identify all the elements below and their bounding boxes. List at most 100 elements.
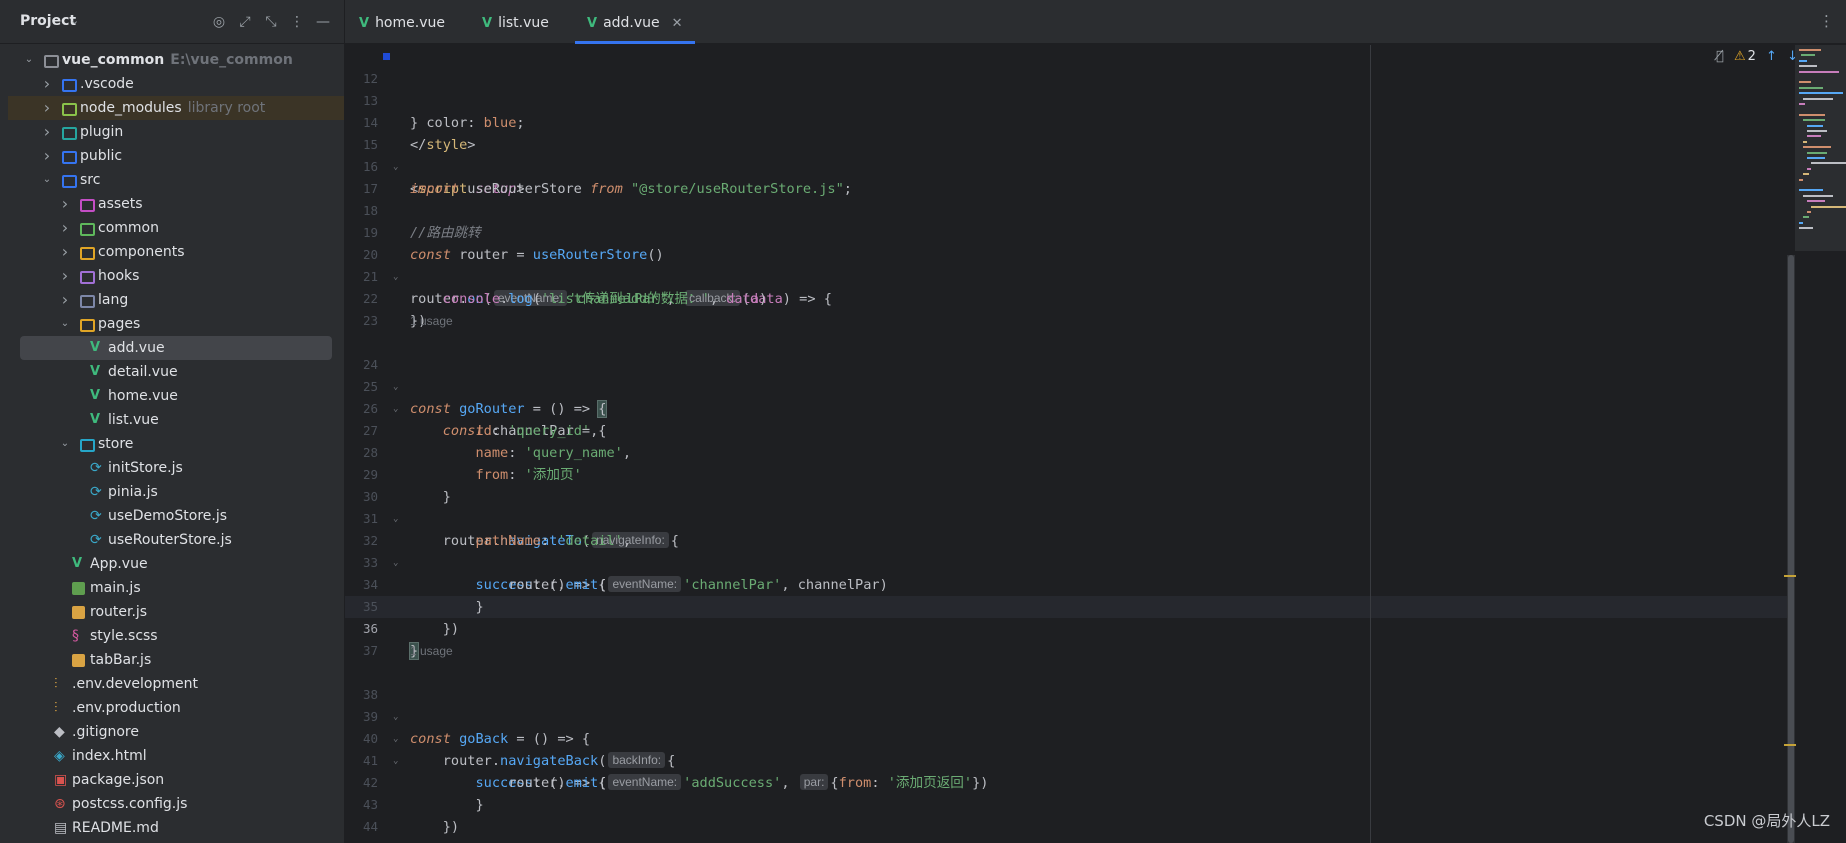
tree-item-src[interactable]: ⌄ src [8,168,336,192]
inspections-widget[interactable]: 👁̸ ⚠ 2 ↑ ↓ [1710,49,1798,64]
fold-icon[interactable]: ⌄ [393,508,398,530]
close-icon[interactable]: ✕ [672,16,683,31]
code-line[interactable]: 15 ⌄ <script setup> [345,112,525,197]
code-line[interactable]: 40 ⌄ success: () => { [345,706,607,791]
code-line[interactable]: 34 } [345,552,484,615]
tree-item-vscode[interactable]: › .vscode [8,72,336,96]
chevron-down-icon[interactable]: ⌄ [70,14,79,27]
code-line[interactable]: 17 [345,156,378,196]
tree-item-readme-md[interactable]: ▤ README.md [8,816,336,840]
chevron-down-icon[interactable]: ⌄ [40,168,54,192]
tree-item-common[interactable]: › common [8,216,336,240]
tree-item-vue-common[interactable]: ⌄ vue_common E:\vue_common [8,48,336,72]
tab-add-vue[interactable]: Vadd.vue ✕ [575,0,695,44]
minimap[interactable] [1795,45,1846,251]
fold-icon[interactable]: ⌄ [393,706,398,728]
code-line[interactable]: 25 ⌄ const channelPar = { [345,354,607,439]
tree-item-store[interactable]: ⌄ store [8,432,336,456]
tree-item-env-development[interactable]: ⫶ .env.development [8,672,336,696]
chevron-down-icon[interactable]: ⌄ [58,312,72,336]
tree-item-router-js[interactable]: router.js [8,600,336,624]
code-line[interactable]: 16 import useRouterStore from "@store/us… [345,134,852,197]
usage-hint[interactable]: 1 usage [410,641,453,661]
code-line[interactable]: 33 router.emit(eventName:'channelPar', c… [345,530,888,593]
tree-item-postcss-config-js[interactable]: ⊛ postcss.config.js [8,792,336,816]
tree-item-public[interactable]: › public [8,144,336,168]
chevron-right-icon[interactable]: › [58,264,72,288]
tree-item-pages[interactable]: ⌄ pages [8,312,336,336]
tree-item-plugin[interactable]: › plugin [8,120,336,144]
chevron-right-icon[interactable]: › [58,216,72,240]
code-line[interactable]: 36 } [345,596,420,660]
tree-item-usedemostore-js[interactable]: ⟳ useDemoStore.js [8,504,336,528]
code-line[interactable]: 43 }) [345,772,459,835]
chevron-right-icon[interactable]: › [40,144,54,168]
scrollbar-thumb[interactable] [1788,255,1794,843]
tree-item-initstore-js[interactable]: ⟳ initStore.js [8,456,336,480]
warning-stripe[interactable] [1784,744,1796,746]
fold-icon[interactable]: ⌄ [393,266,398,288]
more-options-icon[interactable]: ⋮ [1819,12,1834,30]
code-line[interactable]: 27 name: 'query_name', [345,398,631,461]
code-line[interactable]: 13 } [345,68,418,131]
code-line[interactable]: 19 const router = useRouterStore() [345,200,664,263]
chevron-right-icon[interactable]: › [40,120,54,144]
tree-item-main-js[interactable]: main.js [8,576,336,600]
tree-item-env-production[interactable]: ⫶ .env.production [8,696,336,720]
hide-panel-icon[interactable]: — [313,12,333,32]
tree-item-add-vue[interactable]: Vadd.vue [20,336,332,360]
collapse-all-icon[interactable]: ⤡ [261,12,281,32]
code-line[interactable]: 37 [345,618,378,658]
tree-item-style-scss[interactable]: § style.scss [8,624,336,648]
code-line[interactable]: 20 ⌄ router.on(eventName:'channelPar', c… [345,222,832,307]
tab-list-vue[interactable]: Vlist.vue [482,0,549,43]
code-line[interactable]: 31 pathName: 'detail', [345,486,631,549]
tree-item-list-vue[interactable]: Vlist.vue [8,408,336,432]
fold-icon[interactable]: ⌄ [393,376,398,398]
tree-item-package-json[interactable]: ▣ package.json [8,768,336,792]
chevron-down-icon[interactable]: ⌄ [22,48,36,72]
warning-icon[interactable]: ⚠ [1734,49,1746,64]
code-line[interactable]: 14 </style> [345,90,476,153]
code-line[interactable]: 32 ⌄ success: () => { [345,508,607,593]
warning-stripe[interactable] [1784,575,1796,577]
fold-icon[interactable]: ⌄ [393,156,398,178]
code-line[interactable]: 42 } [345,750,484,813]
code-line[interactable]: 22 }) [345,266,426,329]
tree-item-gitignore[interactable]: ◆ .gitignore [8,720,336,744]
code-line[interactable]: 18 //路由跳转 [345,178,481,241]
expand-all-icon[interactable]: ⤢ [235,12,255,32]
tree-item-index-html[interactable]: ◈ index.html [8,744,336,768]
code-line[interactable]: 23 [345,288,378,328]
project-title[interactable]: Project [20,13,76,29]
code-editor[interactable]: 12 color: blue; 13 } 14 </style> 15 ⌄ <s… [345,45,1846,843]
tree-item-node-modules[interactable]: › node_modules library root [8,96,344,120]
chevron-right-icon[interactable]: › [40,96,54,120]
options-menu-icon[interactable]: ⋮ [287,12,307,32]
chevron-right-icon[interactable]: › [58,288,72,312]
fold-icon[interactable]: ⌄ [393,728,398,750]
code-line[interactable]: 29 } [345,442,451,505]
code-line[interactable]: 28 from: '添加页' [345,420,582,483]
code-line[interactable]: 44 } [345,794,418,843]
tree-item-detail-vue[interactable]: Vdetail.vue [8,360,336,384]
tree-item-tabbar-js[interactable]: tabBar.js [8,648,336,672]
arrow-up-icon[interactable]: ↑ [1766,49,1777,64]
tree-item-assets[interactable]: › assets [8,192,336,216]
tree-item-home-vue[interactable]: Vhome.vue [8,384,336,408]
code-line[interactable]: 21 console.log('list传递到add的数据：', data) [345,244,767,307]
fold-icon[interactable]: ⌄ [393,750,398,772]
tree-item-pinia-js[interactable]: ⟳ pinia.js [8,480,336,504]
chevron-right-icon[interactable]: › [58,192,72,216]
code-line[interactable]: 35 }) [345,574,459,637]
chevron-right-icon[interactable]: › [40,72,54,96]
tree-item-userouterstore-js[interactable]: ⟳ useRouterStore.js [8,528,336,552]
chevron-down-icon[interactable]: ⌄ [58,432,72,456]
locate-icon[interactable]: ◎ [209,12,229,32]
usage-hint[interactable]: 1 usage [410,311,453,331]
tree-item-app-vue[interactable]: V App.vue [8,552,336,576]
code-line[interactable]: 24 ⌄ const goRouter = () => { [345,332,608,418]
code-line[interactable]: 26 id: 'query_id', [345,376,598,439]
fold-icon[interactable]: ⌄ [393,552,398,574]
tab-home-vue[interactable]: Vhome.vue [359,0,445,43]
